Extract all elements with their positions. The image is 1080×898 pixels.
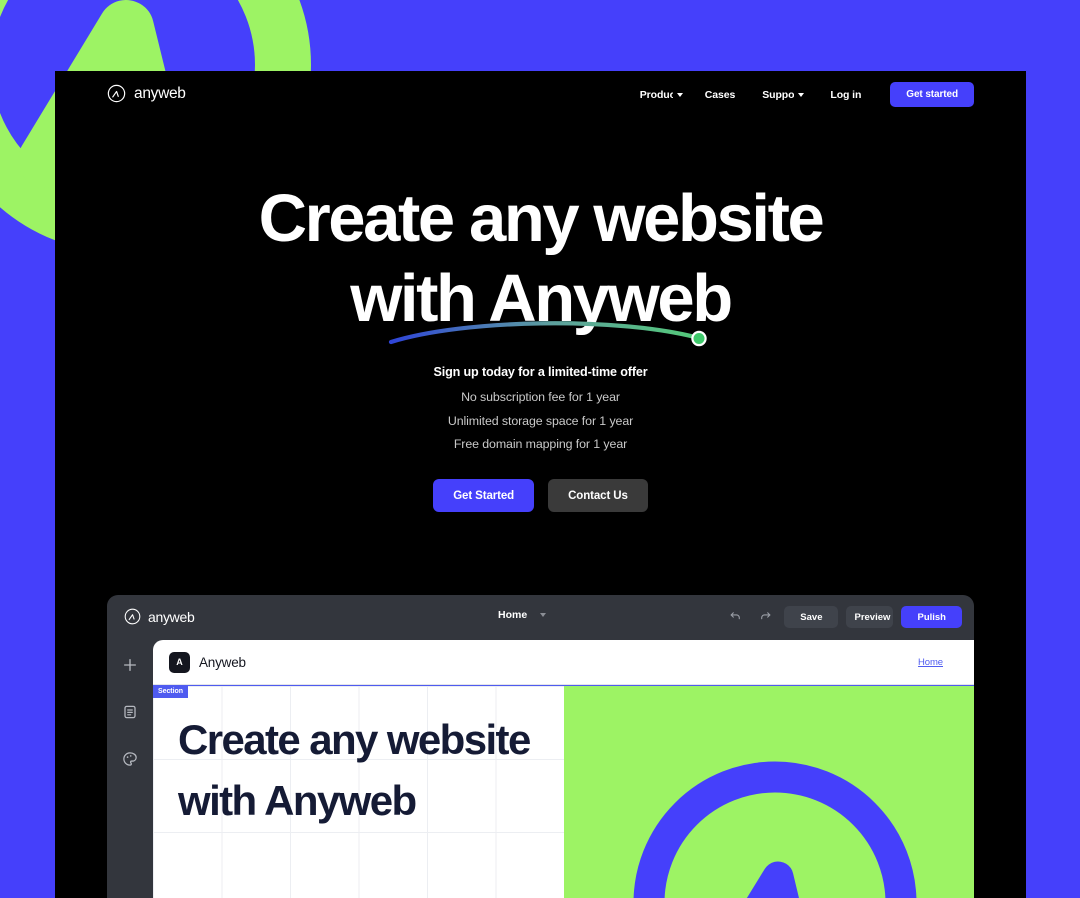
palette-icon[interactable] — [122, 751, 138, 772]
canvas-section[interactable]: Section Create any website with Anyweb — [153, 685, 974, 898]
nav-links: Produc Cases Suppo Log in Get started — [640, 82, 974, 107]
nav-item-support[interactable]: Suppo — [762, 82, 805, 107]
canvas-site-brand[interactable]: A Anyweb — [169, 651, 246, 673]
top-navigation: anyweb Produc Cases Suppo Log in Get sta… — [55, 71, 1026, 127]
canvas-heading-text[interactable]: Create any website with Anyweb — [178, 709, 548, 832]
hero-cta-group: Get Started Contact Us — [55, 479, 1026, 512]
canvas-site-header: A Anyweb Home — [153, 640, 974, 685]
plus-icon[interactable] — [122, 657, 138, 678]
nav-item-product[interactable]: Produc — [640, 82, 683, 107]
site-logo: A — [169, 651, 190, 673]
editor-sidebar — [107, 640, 153, 898]
preview-button[interactable]: Preview — [846, 606, 894, 628]
save-button[interactable]: Save — [784, 606, 839, 628]
section-badge: Section — [153, 686, 188, 698]
hero-panel: anyweb Produc Cases Suppo Log in Get sta… — [55, 71, 1026, 898]
hero-bullet-3: Free domain mapping for 1 year — [453, 437, 628, 451]
anyweb-circle-arrow-icon — [124, 608, 141, 625]
editor-toolbar: anyweb Home Save Preview Pulish — [107, 595, 974, 640]
hero-bullet-2: Unlimited storage space for 1 year — [447, 413, 634, 428]
chevron-down-icon — [540, 613, 547, 617]
anyweb-circle-arrow-icon — [107, 84, 126, 103]
undo-arrow-icon — [729, 609, 742, 625]
brand-name: anyweb — [134, 84, 186, 102]
editor-actions: Save Preview Pulish — [724, 606, 962, 628]
editor-canvas: A Anyweb Home Section Create any website… — [153, 640, 974, 898]
brand[interactable]: anyweb — [107, 84, 186, 103]
document-list-icon[interactable] — [122, 704, 138, 725]
editor-body: A Anyweb Home Section Create any website… — [107, 640, 974, 898]
editor-brand-name: anyweb — [148, 608, 195, 625]
editor-mockup: anyweb Home Save Preview Pulish A Anyweb… — [107, 595, 974, 898]
redo-arrow-icon — [759, 609, 772, 625]
hero-get-started-button[interactable]: Get Started — [433, 479, 535, 512]
publish-button[interactable]: Pulish — [901, 606, 962, 628]
heading-underline-curve — [385, 313, 715, 349]
site-name: Anyweb — [199, 654, 246, 670]
hero-lead: Sign up today for a limited-time offer — [433, 365, 648, 379]
hero-bullet-1: No subscription fee for 1 year — [461, 390, 620, 404]
hero-contact-us-button[interactable]: Contact Us — [548, 479, 648, 512]
page-selector-label: Home — [498, 609, 528, 621]
canvas-nav-link-home[interactable]: Home — [918, 657, 943, 668]
undo-button[interactable] — [724, 606, 746, 628]
nav-item-cases[interactable]: Cases — [705, 82, 735, 107]
hero-subtext: Sign up today for a limited-time offer N… — [55, 365, 1026, 461]
page-selector[interactable]: Home — [498, 609, 547, 621]
anyweb-circle-arrow-icon — [633, 761, 917, 898]
get-started-button[interactable]: Get started — [890, 82, 974, 107]
chevron-down-icon — [676, 92, 683, 97]
page-root: anyweb Produc Cases Suppo Log in Get sta… — [0, 0, 1080, 898]
canvas-hero-image[interactable] — [564, 686, 974, 898]
nav-item-login[interactable]: Log in — [830, 82, 861, 107]
redo-button[interactable] — [754, 606, 776, 628]
hero-heading-line-1: Create any website — [258, 181, 825, 256]
editor-brand[interactable]: anyweb — [124, 608, 195, 625]
chevron-down-icon — [798, 92, 805, 97]
